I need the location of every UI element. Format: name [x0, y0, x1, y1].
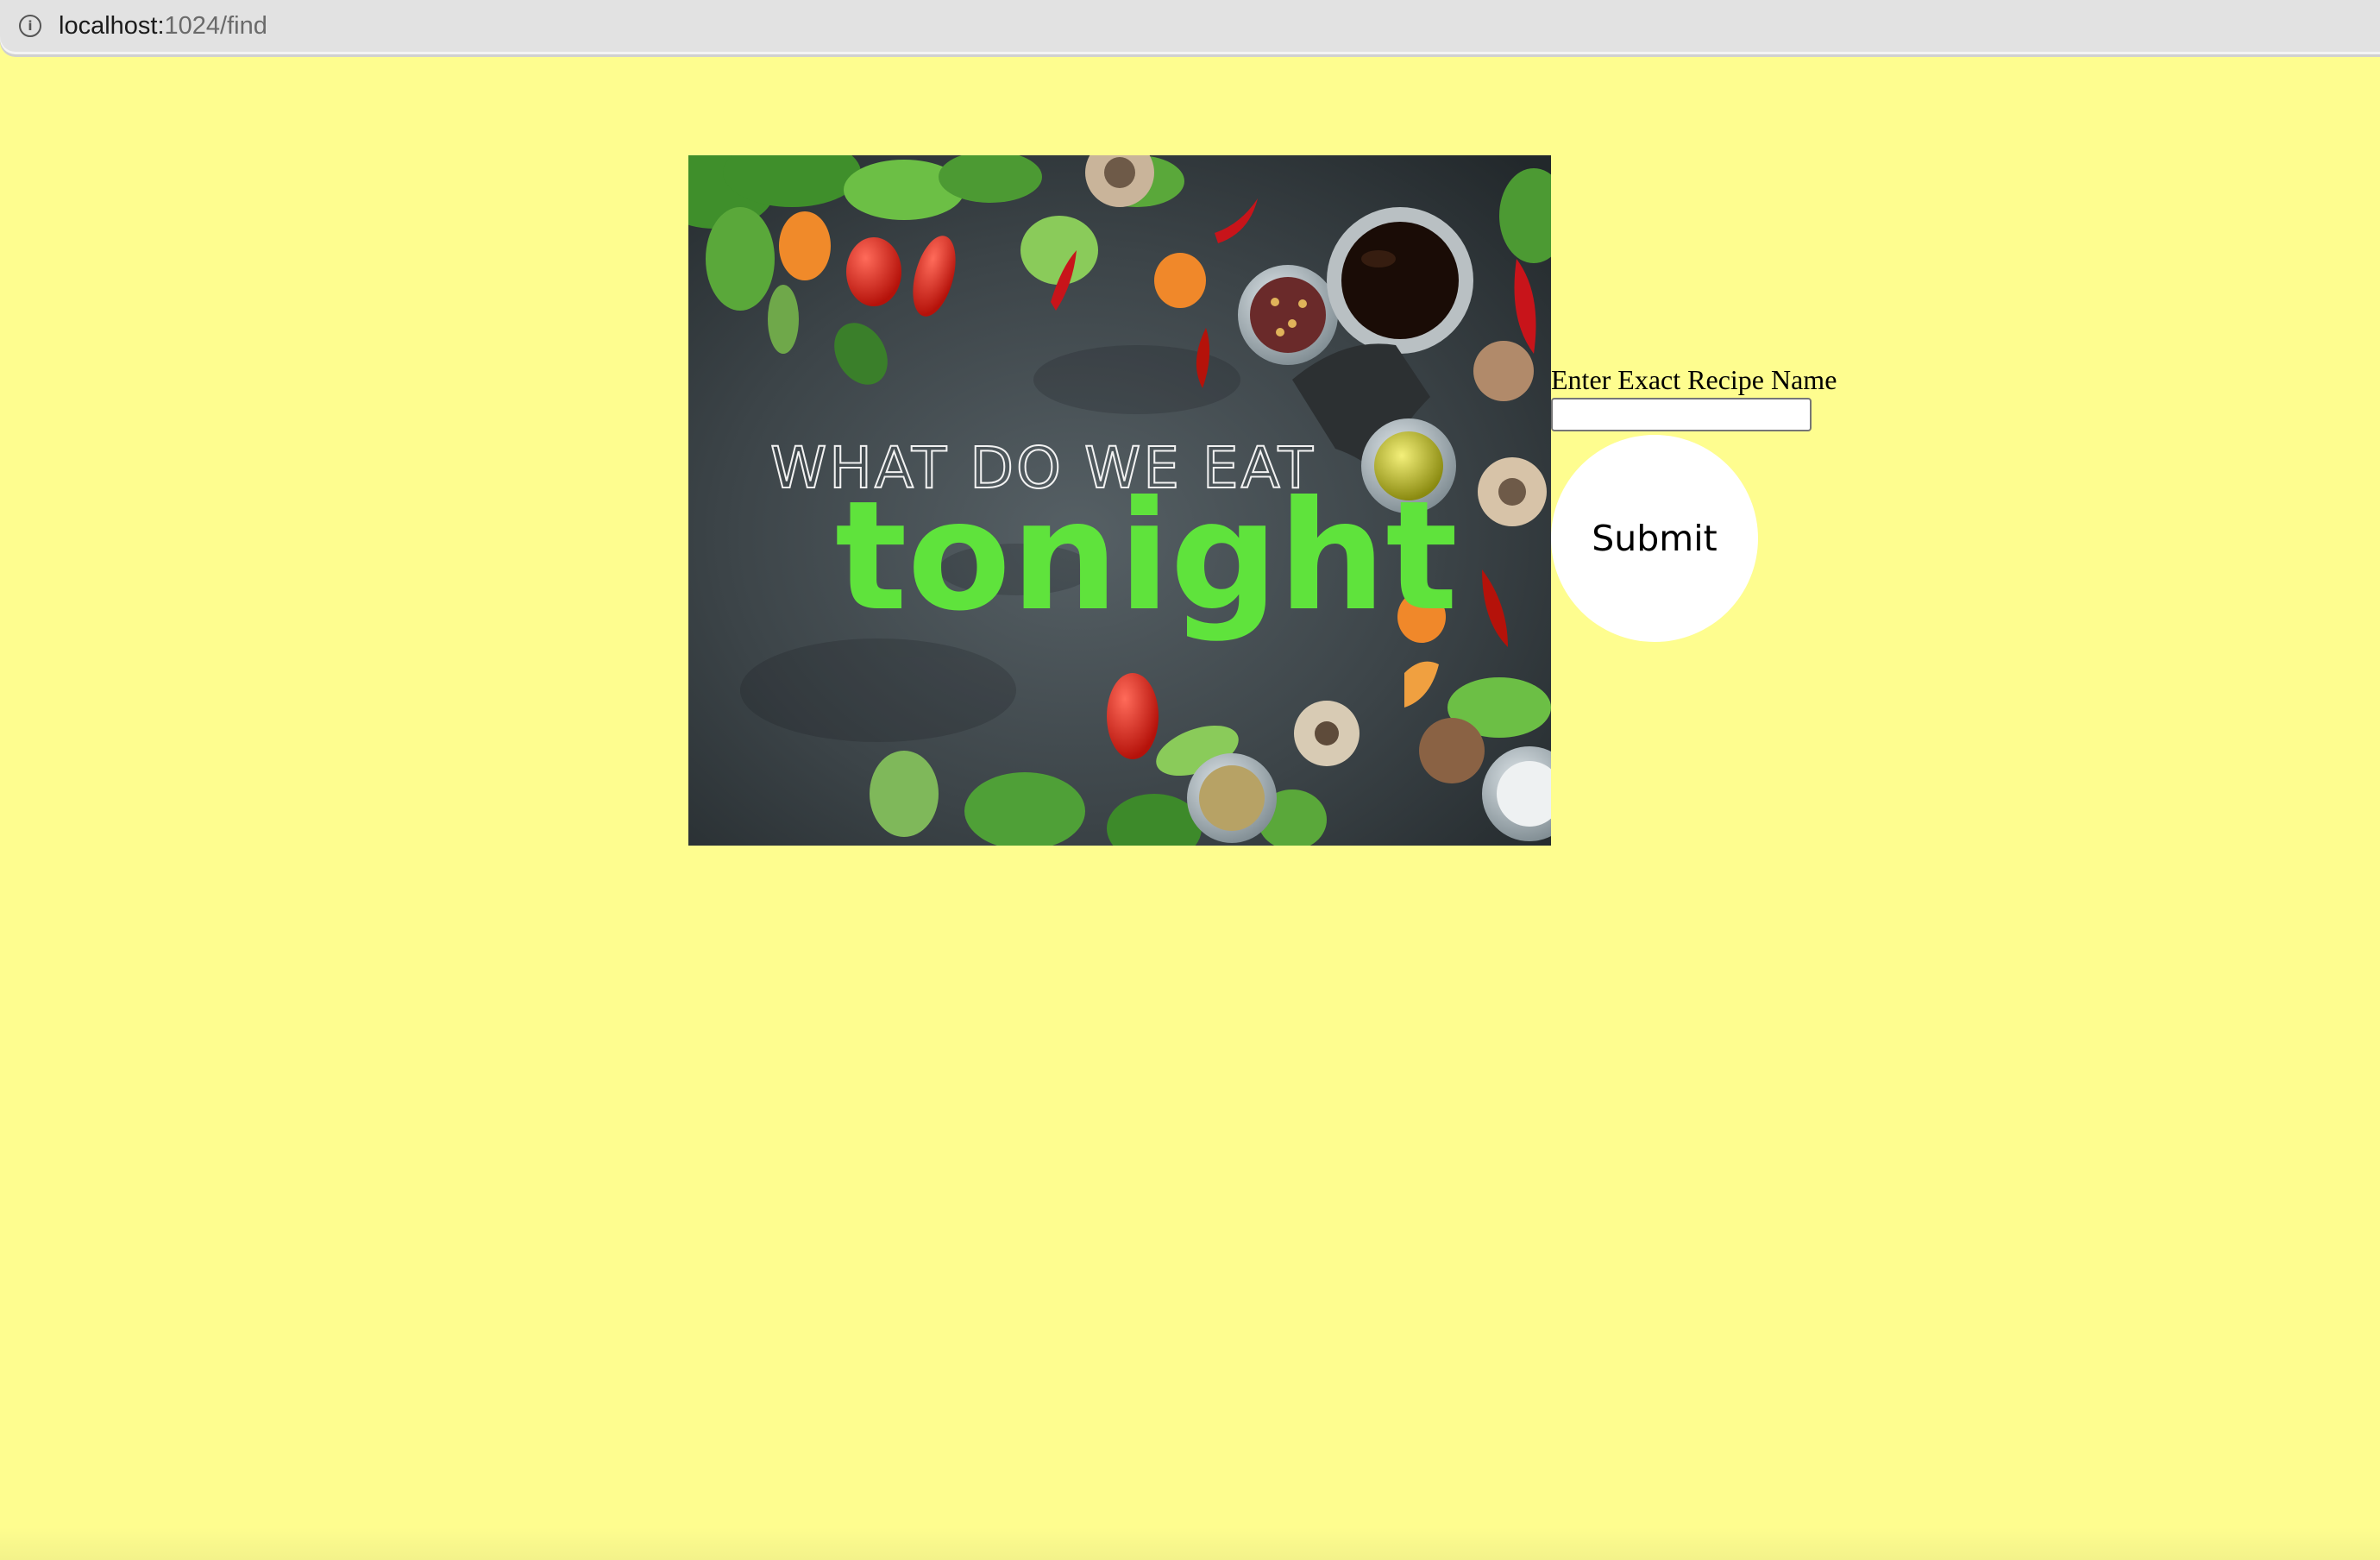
submit-button[interactable]: Submit [1551, 435, 1758, 642]
url-text[interactable]: localhost:1024/find [59, 11, 267, 41]
url-path: 1024/find [164, 12, 267, 40]
recipe-name-label: Enter Exact Recipe Name [1551, 364, 1837, 395]
url-host: localhost: [59, 12, 165, 40]
hero-image: WHAT DO WE EAT tonight [688, 155, 1551, 846]
browser-address-bar[interactable]: i localhost:1024/find [0, 0, 2380, 52]
page-bottom-edge [0, 1527, 2380, 1560]
food-banner: WHAT DO WE EAT tonight [688, 155, 1551, 846]
recipe-name-input[interactable] [1551, 398, 1812, 431]
info-icon[interactable]: i [19, 15, 41, 37]
hero-line2: tonight [835, 469, 1458, 645]
